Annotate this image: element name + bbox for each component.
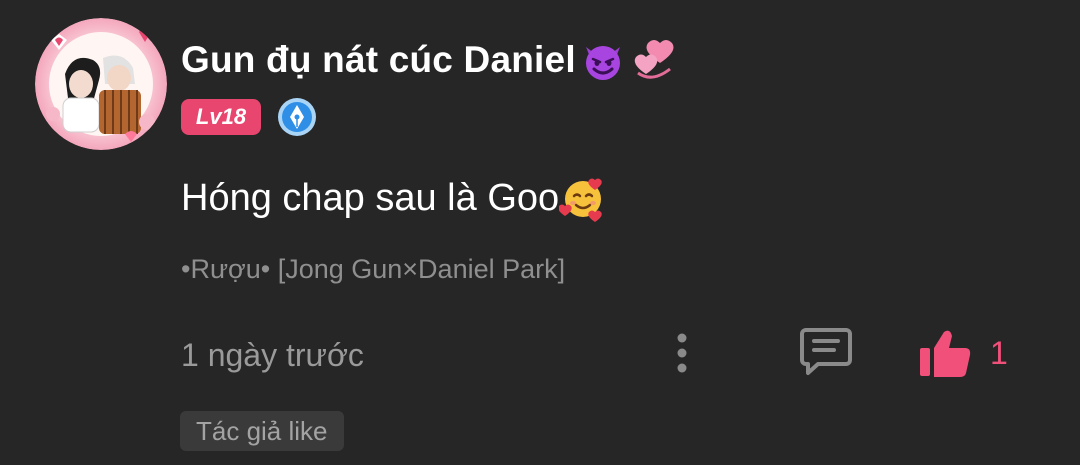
level-badge: Lv18 <box>181 99 261 135</box>
user-avatar[interactable] <box>35 18 167 150</box>
username[interactable]: Gun đụ nát cúc Daniel <box>181 39 576 81</box>
author-liked-badge: Tác giả like <box>180 411 344 451</box>
revolving-hearts-emoji-icon <box>630 37 676 83</box>
like-button[interactable]: 1 <box>918 328 1008 378</box>
series-title-link[interactable]: •Rượu• [Jong Gun×Daniel Park] <box>181 254 565 285</box>
comment-body: Hóng chap sau là Goo <box>181 172 607 224</box>
user-badges: Lv18 <box>181 97 317 137</box>
smiling-face-with-hearts-emoji-icon <box>559 174 607 222</box>
username-row: Gun đụ nát cúc Daniel <box>181 36 676 84</box>
comment-item: Gun đụ nát cúc Daniel Lv18 Hóng chap sau… <box>0 0 1080 465</box>
comment-timestamp: 1 ngày trước <box>181 337 364 373</box>
like-count: 1 <box>990 334 1008 371</box>
smiling-devil-emoji-icon <box>580 37 626 83</box>
more-options-button[interactable] <box>662 330 702 376</box>
avatar-image <box>35 18 167 150</box>
thumbs-up-icon <box>920 330 971 377</box>
comment-text: Hóng chap sau là Goo <box>181 176 560 219</box>
more-vertical-icon <box>677 333 687 373</box>
pen-nib-badge-icon <box>277 97 317 137</box>
reply-button[interactable] <box>798 326 854 376</box>
comment-bubble-icon <box>800 328 852 375</box>
